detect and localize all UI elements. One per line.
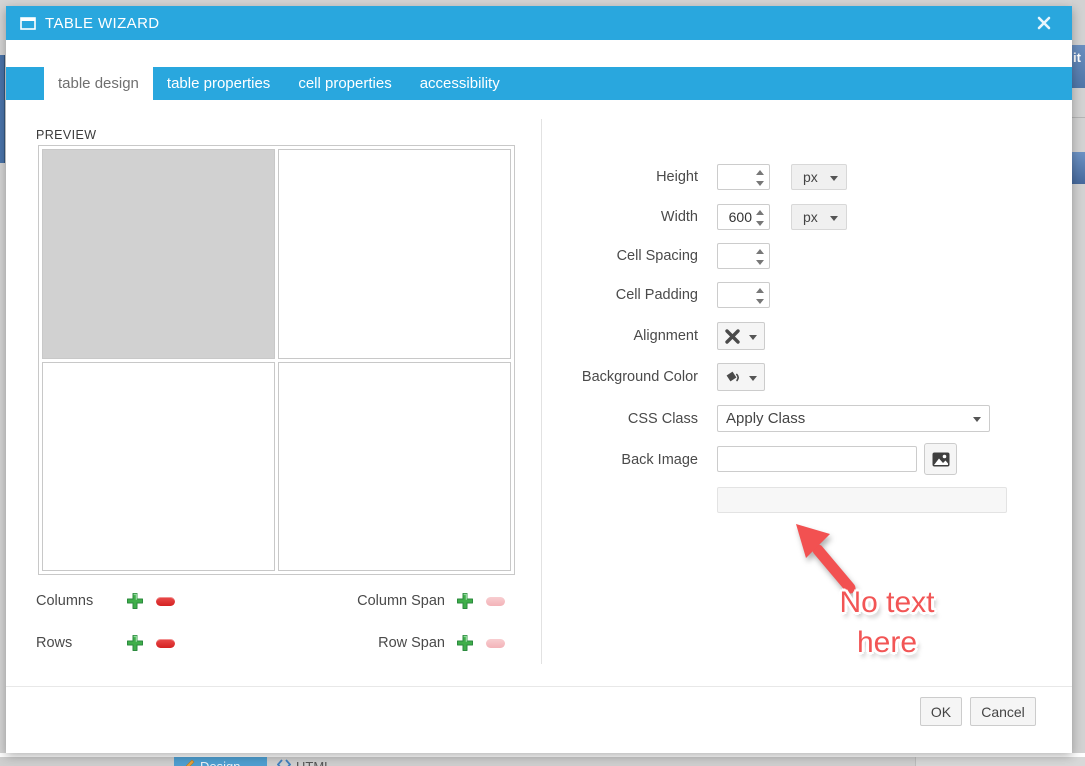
cell-spacing-label: Cell Spacing [616, 248, 698, 264]
chevron-down-icon [973, 417, 981, 422]
column-divider [541, 119, 542, 664]
background-color-picker-button[interactable] [717, 363, 765, 391]
background-color-label: Background Color [581, 369, 698, 385]
width-unit-select[interactable]: px [791, 204, 847, 230]
rows-label: Rows [36, 635, 73, 651]
height-spinner [756, 169, 765, 187]
spin-down-icon[interactable] [756, 260, 764, 265]
column-span-label: Column Span [357, 593, 445, 609]
css-class-select[interactable]: Apply Class [717, 405, 990, 432]
increase-row-span-icon[interactable] [455, 633, 475, 653]
cell-padding-label: Cell Padding [615, 287, 698, 303]
spin-down-icon[interactable] [756, 181, 764, 186]
back-image-input[interactable] [717, 446, 917, 472]
add-column-icon[interactable] [125, 591, 145, 611]
width-label: Width [660, 209, 698, 225]
background-partial-button[interactable]: it [1072, 45, 1085, 88]
spin-down-icon[interactable] [756, 299, 764, 304]
preview-heading: PREVIEW [36, 128, 97, 142]
columns-label: Columns [36, 593, 94, 609]
table-preview-grid [38, 145, 515, 575]
no-alignment-x-icon [725, 329, 740, 344]
tab-cell-properties[interactable]: cell properties [284, 67, 405, 100]
width-spinner [756, 209, 765, 227]
code-icon [277, 759, 291, 766]
spin-up-icon[interactable] [756, 288, 764, 293]
row-span-label: Row Span [378, 635, 445, 651]
decrease-row-span-icon[interactable] [486, 639, 505, 648]
dialog-title: TABLE WIZARD [45, 14, 160, 32]
image-icon [932, 452, 950, 467]
annotation-text: No text here [822, 583, 952, 663]
tab-table-design[interactable]: table design [44, 67, 153, 100]
close-icon[interactable] [1036, 15, 1052, 31]
background-divider [1072, 117, 1085, 118]
back-image-secondary-field[interactable] [717, 487, 1007, 513]
dialog-titlebar: TABLE WIZARD [6, 6, 1072, 40]
ok-button[interactable]: OK [920, 697, 962, 726]
window-icon [20, 16, 36, 30]
chevron-down-icon [830, 176, 838, 181]
height-unit-select[interactable]: px [791, 164, 847, 190]
preview-cell[interactable] [42, 149, 275, 359]
tab-design[interactable]: Design [174, 757, 267, 766]
pencil-icon [185, 759, 195, 766]
width-unit-value: px [803, 209, 818, 225]
decrease-column-span-icon[interactable] [486, 597, 505, 606]
background-partial-button-2[interactable] [1072, 152, 1085, 184]
spin-up-icon[interactable] [756, 249, 764, 254]
preview-cell[interactable] [278, 361, 511, 571]
chevron-down-icon [749, 335, 757, 340]
css-class-value: Apply Class [726, 410, 806, 427]
chevron-down-icon [830, 216, 838, 221]
tab-accessibility[interactable]: accessibility [406, 67, 514, 100]
height-unit-value: px [803, 169, 818, 185]
remove-column-icon[interactable] [156, 597, 175, 606]
spin-up-icon[interactable] [756, 210, 764, 215]
spin-down-icon[interactable] [756, 221, 764, 226]
editor-bottom-right-area [915, 757, 1085, 766]
preview-cell[interactable] [278, 149, 511, 359]
tab-html-label: HTML [296, 759, 331, 766]
editor-bottom-bar: Design HTML [0, 753, 1085, 766]
cancel-button[interactable]: Cancel [970, 697, 1036, 726]
tab-html[interactable]: HTML [267, 757, 345, 766]
tab-design-label: Design [200, 759, 240, 766]
annotation-line-2: here [856, 626, 918, 659]
alignment-label: Alignment [633, 328, 698, 344]
increase-column-span-icon[interactable] [455, 591, 475, 611]
preview-cell[interactable] [42, 361, 275, 571]
columns-control-row: Columns Column Span [6, 589, 546, 613]
footer-divider [6, 686, 1072, 687]
editor-view-tabs: Design HTML [0, 757, 1085, 766]
alignment-picker-button[interactable] [717, 322, 765, 350]
image-picker-button[interactable] [924, 443, 957, 475]
tab-table-properties[interactable]: table properties [153, 67, 284, 100]
chevron-down-icon [749, 376, 757, 381]
spin-up-icon[interactable] [756, 170, 764, 175]
annotation-line-1: No text [839, 586, 935, 619]
dialog-tabstrip: table design table properties cell prope… [6, 67, 1072, 100]
rows-control-row: Rows Row Span [6, 631, 546, 655]
add-row-icon[interactable] [125, 633, 145, 653]
background-right-strip: it [1072, 0, 1085, 766]
paint-droplet-icon [726, 371, 739, 382]
cell-spacing-spinner [756, 248, 765, 266]
back-image-label: Back Image [621, 452, 698, 468]
background-left-element [0, 55, 5, 163]
remove-row-icon[interactable] [156, 639, 175, 648]
cell-padding-spinner [756, 287, 765, 305]
css-class-label: CSS Class [627, 411, 698, 427]
height-label: Height [656, 169, 698, 185]
